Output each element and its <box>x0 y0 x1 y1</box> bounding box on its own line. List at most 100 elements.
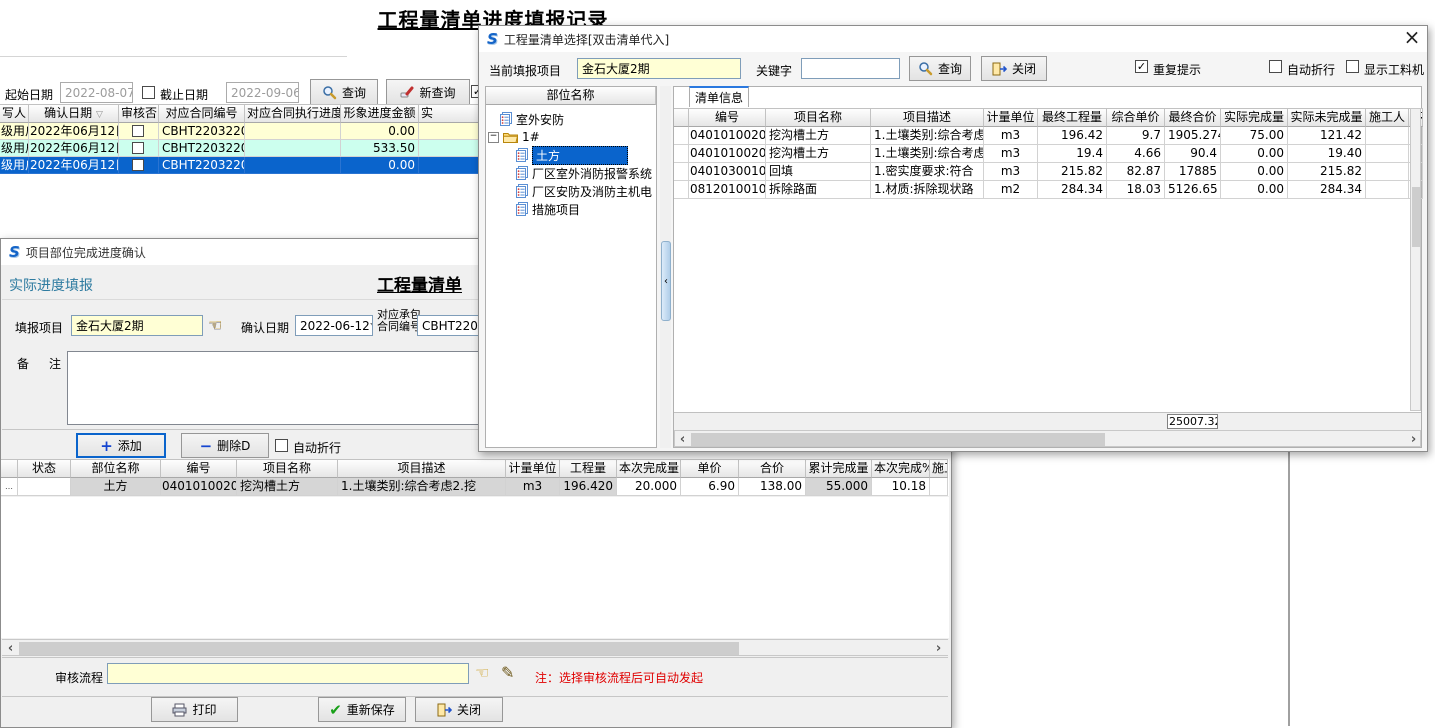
print-button[interactable]: 打印 <box>151 697 238 722</box>
cell-desc: 1.密实度要求:符合 <box>871 163 984 181</box>
table-row[interactable]: 级用户 2022年06月12日 CBHT220322002 0.00 <box>0 123 480 140</box>
review-flow-input[interactable] <box>107 663 469 684</box>
audit-checkbox[interactable] <box>132 142 144 154</box>
scroll-left-button[interactable]: ‹ <box>4 641 17 655</box>
tree-item[interactable]: 厂区安防及消防主机电 <box>516 182 652 200</box>
col-header-contract[interactable]: 对应合同编号 <box>159 104 245 123</box>
tree-item[interactable]: 措施项目 <box>516 200 580 218</box>
start-date-combo[interactable]: 2022-08-07 <box>60 82 133 103</box>
col-header-progress[interactable]: 对应合同执行进度 <box>245 104 341 123</box>
col-header-undone[interactable]: 实际未完成量 <box>1288 108 1366 127</box>
show-material-checkbox[interactable] <box>1346 60 1359 73</box>
tree-item-selected[interactable]: 土方 <box>516 146 628 164</box>
table-row[interactable]: 级用户 2022年06月12日 CBHT220322002 533.50 <box>0 140 480 157</box>
list-table-row[interactable]: 040101002002 挖沟槽土方 1.土壤类别:综合考虑 m3 196.42… <box>674 127 1421 145</box>
col-header-total[interactable]: 合价 <box>739 459 806 478</box>
tree-item[interactable]: 厂区室外消防报警系统 <box>516 164 652 182</box>
resave-button[interactable]: ✔ 重新保存 <box>318 697 406 722</box>
scroll-right-button[interactable]: › <box>932 641 945 655</box>
col-header-desc[interactable]: 项目描述 <box>871 108 984 127</box>
col-header-final-qty[interactable]: 最终工程量 <box>1038 108 1107 127</box>
col-header-date[interactable]: 确认日期 ▽ <box>29 104 119 123</box>
tree-item[interactable]: 室外安防 <box>500 110 564 128</box>
remark-textarea[interactable] <box>67 351 481 425</box>
current-project-input[interactable]: 金石大厦2期 <box>577 58 741 79</box>
filter-icon[interactable]: ▽ <box>96 110 103 120</box>
h-scrollbar[interactable]: ‹ › <box>2 639 948 656</box>
col-header-worker[interactable]: 施工 <box>930 459 948 478</box>
col-header-code[interactable]: 编号 <box>689 108 766 127</box>
col-header-name[interactable]: 项目名称 <box>766 108 871 127</box>
progress-table-row[interactable]: … 土方 040101002002 挖沟槽土方 1.土壤类别:综合考虑2.挖 m… <box>1 478 949 496</box>
auto-wrap-checkbox[interactable] <box>1269 60 1282 73</box>
wrap-checkbox[interactable] <box>275 439 288 452</box>
dialog-v-scrollbar[interactable] <box>1410 108 1421 411</box>
col-header-name[interactable]: 项目名称 <box>237 459 338 478</box>
new-query-button[interactable]: 新查询 <box>386 79 470 105</box>
list-table-row[interactable]: 040101002003 挖沟槽土方 1.土壤类别:综合考虑 m3 19.4 4… <box>674 145 1421 163</box>
col-header-code[interactable]: 编号 <box>161 459 237 478</box>
col-header-unit[interactable]: 计量单位 <box>506 459 560 478</box>
col-header-price[interactable]: 单价 <box>681 459 739 478</box>
cell-amount: 533.50 <box>341 140 419 157</box>
delete-button[interactable]: − 删除D <box>181 433 269 458</box>
audit-checkbox[interactable] <box>132 125 144 137</box>
splitter-collapse-handle[interactable]: ‹ <box>661 241 671 321</box>
list-table-row[interactable]: 040103001003 回填 1.密实度要求:符合 m3 215.82 82.… <box>674 163 1421 181</box>
table-row-selected[interactable]: 级用户 2022年06月12日 CBHT220322002 0.00 <box>0 157 480 174</box>
cell-pct[interactable]: 10.18 <box>872 478 930 496</box>
repeat-hint-checkbox[interactable]: ✓ <box>1135 60 1148 73</box>
cell-code: 040101002003 <box>689 145 766 163</box>
dialog-query-button[interactable]: 查询 <box>909 56 971 81</box>
tab-label: 清单信息 <box>695 89 743 106</box>
tree-item[interactable]: − 1# <box>488 128 540 146</box>
hand-picker-icon[interactable]: ☜ <box>475 663 489 682</box>
col-header-cur[interactable]: 本次完成量 <box>617 459 681 478</box>
h-scroll-thumb[interactable] <box>19 642 739 655</box>
v-scroll-thumb[interactable] <box>1412 187 1420 247</box>
col-header-part[interactable]: 部位名称 <box>71 459 161 478</box>
tab-list-info[interactable]: 清单信息 <box>689 86 749 107</box>
col-header-user[interactable]: 写人 <box>0 104 29 123</box>
col-header-amount[interactable]: 形象进度金额 <box>341 104 419 123</box>
cell-qty: 196.420 <box>560 478 617 496</box>
col-header-qty[interactable]: 工程量 <box>560 459 617 478</box>
col-header-acc[interactable]: 累计完成量 <box>806 459 872 478</box>
contract-input[interactable]: CBHT220 <box>417 315 485 336</box>
row-indicator[interactable]: … <box>1 478 18 496</box>
list-table-row[interactable]: 081201001002 拆除路面 1.材质:拆除现状路 m2 284.34 1… <box>674 181 1421 199</box>
col-header-pct[interactable]: 本次完成% <box>872 459 930 478</box>
col-header-price[interactable]: 综合单价 <box>1107 108 1165 127</box>
col-header-unit[interactable]: 计量单位 <box>984 108 1038 127</box>
col-header-done[interactable]: 实际完成量 <box>1221 108 1288 127</box>
dialog-close-button[interactable]: 关闭 <box>981 56 1047 81</box>
expander-minus-icon[interactable]: − <box>488 132 499 143</box>
hand-picker-icon[interactable]: ☜ <box>208 315 222 334</box>
col-header-audit[interactable]: 审核否 <box>119 104 159 123</box>
scroll-right-button[interactable]: › <box>1407 432 1420 446</box>
confirm-date-combo[interactable]: 2022-06-12 <box>295 315 373 336</box>
audit-checkbox[interactable] <box>132 159 144 171</box>
select-dialog-titlebar[interactable]: S 工程量清单选择[双击清单代入] <box>479 26 1427 52</box>
query-button[interactable]: 查询 <box>310 79 378 105</box>
col-header-final-total[interactable]: 最终合价 <box>1165 108 1221 127</box>
col-header-status[interactable]: 状态 <box>18 459 71 478</box>
pen-icon[interactable]: ✎ <box>501 663 514 682</box>
keyword-input[interactable] <box>801 58 900 79</box>
dialog-h-scrollbar[interactable]: ‹ › <box>674 430 1421 447</box>
h-scroll-thumb[interactable] <box>691 433 1105 446</box>
col-header-desc[interactable]: 项目描述 <box>338 459 506 478</box>
project-input[interactable]: 金石大厦2期 <box>71 315 203 336</box>
col-header-actual[interactable]: 实 <box>419 104 480 123</box>
splitter[interactable]: ‹ <box>660 86 671 448</box>
close-icon[interactable]: × <box>1399 27 1425 49</box>
cell-total[interactable]: 138.00 <box>739 478 806 496</box>
end-date-combo[interactable]: 2022-09-06 <box>226 82 299 103</box>
col-header-worker[interactable]: 施工人 <box>1366 108 1409 127</box>
close-button[interactable]: 关闭 <box>415 697 503 722</box>
cell-cur[interactable]: 20.000 <box>617 478 681 496</box>
end-date-checkbox[interactable] <box>142 86 155 99</box>
scroll-left-button[interactable]: ‹ <box>676 432 689 446</box>
cell-price[interactable]: 6.90 <box>681 478 739 496</box>
add-button[interactable]: + 添加 <box>76 433 166 458</box>
